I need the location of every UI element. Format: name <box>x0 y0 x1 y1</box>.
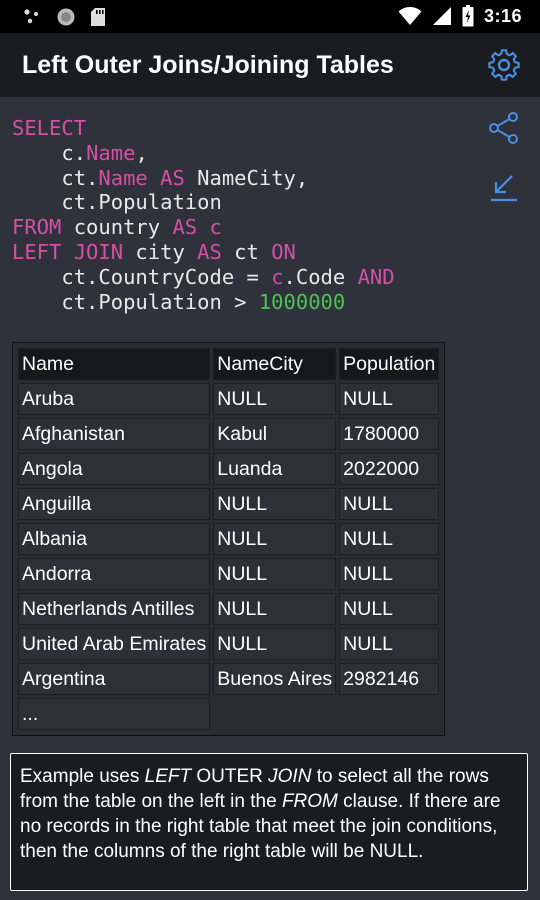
table-cell: NULL <box>213 558 337 590</box>
table-cell: NULL <box>339 523 440 555</box>
table-cell: Netherlands Antilles <box>18 593 211 625</box>
note-text: OUTER <box>191 766 269 787</box>
table-cell: NULL <box>213 523 337 555</box>
table-cell: NULL <box>213 383 337 415</box>
code-keyword: SELECT <box>12 116 87 140</box>
table-cell: NULL <box>339 558 440 590</box>
side-actions <box>486 110 522 230</box>
code-keyword: AS <box>172 215 198 240</box>
table-row: United Arab Emirates NULL NULL <box>18 628 440 660</box>
collapse-icon[interactable] <box>486 170 522 206</box>
table-cell: Albania <box>18 523 211 555</box>
code-keyword: Name <box>86 140 136 165</box>
dots-icon <box>24 9 38 24</box>
code-keyword: LEFT JOIN <box>12 239 124 264</box>
table-cell: Andorra <box>18 558 211 590</box>
table-row: Angola Luanda 2022000 <box>18 453 440 485</box>
app-bar: Left Outer Joins/Joining Tables <box>0 33 540 97</box>
clock-time: 3:16 <box>483 5 522 26</box>
table-cell: NULL <box>213 593 337 625</box>
table-row: Afghanistan Kabul 1780000 <box>18 418 440 450</box>
code-keyword: ON <box>271 239 296 264</box>
table-row: Andorra NULL NULL <box>18 558 440 590</box>
column-header-name: Name <box>18 348 211 380</box>
code-text: , <box>135 140 148 165</box>
gear-icon[interactable] <box>486 47 522 83</box>
table-cell: United Arab Emirates <box>18 628 211 660</box>
battery-icon <box>462 5 474 27</box>
code-number: 1000000 <box>258 289 346 314</box>
table-cell: NULL <box>213 628 337 660</box>
code-text: .Code <box>283 264 358 289</box>
sd-card-icon <box>91 8 105 26</box>
code-keyword: AND <box>357 264 395 289</box>
code-keyword: FROM <box>12 215 62 240</box>
table-cell: Afghanistan <box>18 418 211 450</box>
table-cell: Luanda <box>213 453 337 485</box>
table-row: Anguilla NULL NULL <box>18 488 440 520</box>
table-row: Argentina Buenos Aires 2982146 <box>18 663 440 695</box>
table-row: Aruba NULL NULL <box>18 383 440 415</box>
table-header-row: Name NameCity Population <box>18 348 440 380</box>
column-header-namecity: NameCity <box>213 348 337 380</box>
share-icon[interactable] <box>486 110 522 146</box>
code-keyword: AS <box>160 165 185 190</box>
record-icon <box>57 8 75 26</box>
table-cell: NULL <box>339 383 440 415</box>
table-cell: 2022000 <box>339 453 440 485</box>
code-text: ct. <box>12 165 99 190</box>
table-cell-empty <box>339 698 439 730</box>
table-cell: NULL <box>213 488 337 520</box>
table-row-ellipsis: ... <box>18 698 439 730</box>
code-text: ct <box>221 239 272 264</box>
table-cell-ellipsis: ... <box>18 698 211 730</box>
explanation-note: Example uses LEFT OUTER JOIN to select a… <box>10 753 528 891</box>
table-cell: Angola <box>18 453 211 485</box>
table-cell: Kabul <box>213 418 337 450</box>
note-keyword: JOIN <box>268 766 312 787</box>
code-text: NameCity, <box>184 165 309 190</box>
code-text: c. <box>12 140 87 165</box>
note-text: Example uses <box>20 766 145 787</box>
table-cell: Anguilla <box>18 488 211 520</box>
table-cell: Argentina <box>18 663 211 695</box>
code-text: ct.CountryCode = <box>12 264 272 289</box>
code-text: ct.Population <box>12 190 222 215</box>
code-keyword: c <box>271 264 284 289</box>
table-row: Netherlands Antilles NULL NULL <box>18 593 440 625</box>
table-cell: NULL <box>339 593 440 625</box>
table-cell: 1780000 <box>339 418 440 450</box>
wifi-icon <box>398 7 422 25</box>
code-keyword: c <box>209 215 222 240</box>
table-cell: Buenos Aires <box>213 663 337 695</box>
table-cell: Aruba <box>18 383 211 415</box>
code-text: city <box>123 239 198 264</box>
code-keyword: AS <box>197 239 222 264</box>
code-text: country <box>61 215 173 240</box>
table-cell: NULL <box>339 628 440 660</box>
table-cell: 2982146 <box>339 663 440 695</box>
table-cell-empty <box>213 698 336 730</box>
table-row: Albania NULL NULL <box>18 523 440 555</box>
note-keyword: FROM <box>281 791 338 812</box>
code-text: ct.Population > <box>12 289 259 314</box>
sql-code-block: SELECT c.Name, ct.Name AS NameCity, ct.P… <box>12 116 395 314</box>
note-keyword: LEFT <box>144 766 192 787</box>
result-table: Name NameCity Population Aruba NULL NULL… <box>12 342 446 736</box>
signal-icon <box>432 7 451 25</box>
status-bar: 3:16 <box>0 0 540 33</box>
column-header-population: Population <box>339 348 440 380</box>
table-cell: NULL <box>339 488 440 520</box>
code-keyword: Name <box>98 165 148 190</box>
page-title: Left Outer Joins/Joining Tables <box>22 51 394 79</box>
